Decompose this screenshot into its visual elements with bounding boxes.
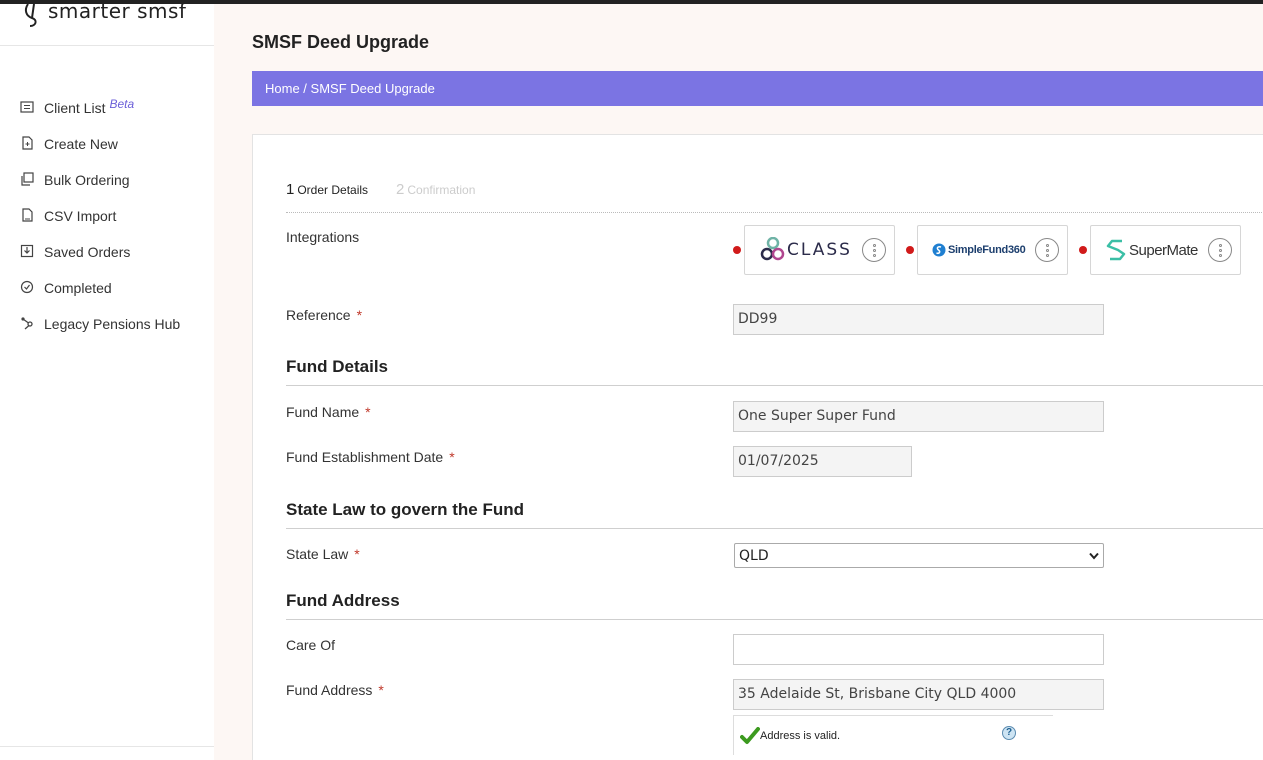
sidebar-item-label: Create New [44, 136, 118, 152]
breadcrumb-current: SMSF Deed Upgrade [310, 81, 435, 96]
integration-simplefund360: SimpleFund360 [906, 225, 1068, 275]
step-number: 1 [286, 181, 295, 198]
reference-label: Reference * [286, 307, 362, 323]
supermate-logo-icon [1106, 239, 1126, 261]
sidebar-nav: Client List Beta Create New Bulk Orderin… [20, 90, 180, 342]
integration-supermate: SuperMate [1079, 225, 1241, 275]
divider [0, 746, 214, 747]
new-file-icon [20, 136, 36, 152]
sidebar-item-client-list[interactable]: Client List Beta [20, 90, 180, 126]
state-law-label: State Law * [286, 546, 360, 562]
beta-badge: Beta [109, 97, 135, 111]
required-marker: * [378, 682, 384, 698]
file-icon [20, 208, 36, 224]
establishment-date-label-text: Fund Establishment Date [286, 449, 444, 465]
state-law-select[interactable]: QLD [734, 543, 1104, 568]
sidebar-item-label: Client List [44, 100, 106, 116]
simplefund360-logo-icon [932, 243, 946, 257]
sidebar-item-create-new[interactable]: Create New [20, 126, 180, 162]
status-dot [1079, 246, 1087, 254]
fund-name-label: Fund Name * [286, 404, 371, 420]
status-dot [906, 246, 914, 254]
fund-address-heading: Fund Address [286, 591, 1263, 620]
more-options-icon[interactable] [1035, 238, 1059, 262]
integration-class: CLASS [733, 225, 895, 275]
breadcrumb: Home / SMSF Deed Upgrade [252, 71, 1263, 106]
checkmark-icon [740, 726, 760, 744]
divider [0, 45, 214, 46]
care-of-label: Care Of [286, 637, 336, 653]
state-law-label-text: State Law [286, 546, 349, 562]
fund-address-input[interactable]: 35 Adelaide St, Brisbane City QLD 4000 [733, 679, 1104, 710]
step-number: 2 [396, 181, 405, 198]
step-confirmation[interactable]: 2 Confirmation [396, 181, 475, 212]
simplefund360-logo: SimpleFund360 [932, 243, 1026, 257]
integration-card[interactable]: SimpleFund360 [917, 225, 1068, 275]
fund-name-input[interactable]: One Super Super Fund [733, 401, 1104, 432]
breadcrumb-separator: / [299, 81, 311, 96]
sidebar-item-bulk-ordering[interactable]: Bulk Ordering [20, 162, 180, 198]
brand-name: smarter smsf [48, 0, 187, 23]
state-law-selected-value: QLD [739, 547, 769, 564]
supermate-logo: SuperMate [1105, 237, 1198, 263]
class-logo: CLASS [759, 237, 852, 263]
brand-logo[interactable]: smarter smsf [22, 0, 186, 30]
fund-address-label: Fund Address * [286, 682, 384, 698]
fund-name-label-text: Fund Name [286, 404, 360, 420]
required-marker: * [354, 546, 360, 562]
integration-name: SimpleFund360 [948, 244, 1026, 256]
sidebar-item-label: Legacy Pensions Hub [44, 316, 181, 332]
smarter-smsf-logo-icon [24, 3, 37, 27]
save-icon [20, 244, 36, 260]
fund-details-heading: Fund Details [286, 357, 1263, 386]
integration-name: SuperMate [1129, 241, 1198, 259]
care-of-input[interactable] [733, 634, 1104, 665]
hub-icon [20, 316, 36, 332]
sidebar-item-saved-orders[interactable]: Saved Orders [20, 234, 180, 270]
integrations-label: Integrations [286, 229, 360, 245]
sidebar-item-label: Completed [44, 280, 112, 296]
sidebar-item-label: Bulk Ordering [44, 172, 130, 188]
integration-card[interactable]: CLASS [744, 225, 895, 275]
breadcrumb-home-link[interactable]: Home [265, 81, 300, 96]
copy-icon [20, 172, 36, 188]
list-icon [20, 100, 36, 116]
integrations-list: CLASS SimpleFund360 SuperMate [733, 225, 1252, 275]
step-label: Confirmation [407, 183, 476, 197]
fund-address-label-text: Fund Address [286, 682, 373, 698]
establishment-date-input[interactable]: 01/07/2025 [733, 446, 912, 477]
sidebar-item-label: CSV Import [44, 208, 117, 224]
address-validation-box: Address is valid. ? [733, 715, 1053, 755]
check-circle-icon [20, 280, 36, 296]
required-marker: * [365, 404, 371, 420]
step-label: Order Details [297, 183, 369, 197]
address-status-text: Address is valid. [760, 729, 841, 742]
reference-label-text: Reference [286, 307, 351, 323]
sidebar: smarter smsf Client List Beta Create New… [0, 0, 214, 760]
main-content: SMSF Deed Upgrade Home / SMSF Deed Upgra… [214, 4, 1263, 760]
establishment-date-label: Fund Establishment Date * [286, 449, 455, 465]
step-indicator: 1 Order Details 2 Confirmation [286, 181, 1263, 213]
sidebar-item-csv-import[interactable]: CSV Import [20, 198, 180, 234]
more-options-icon[interactable] [1208, 238, 1232, 262]
more-options-icon[interactable] [862, 238, 886, 262]
class-logo-icon [760, 237, 785, 261]
sidebar-item-legacy-pensions-hub[interactable]: Legacy Pensions Hub [20, 306, 180, 342]
step-order-details[interactable]: 1 Order Details [286, 181, 368, 212]
sidebar-item-label: Saved Orders [44, 244, 131, 260]
order-form-card: 1 Order Details 2 Confirmation Integration… [252, 134, 1263, 760]
reference-input[interactable]: DD99 [733, 304, 1104, 335]
integration-name: CLASS [787, 240, 852, 260]
state-law-heading: State Law to govern the Fund [286, 500, 1263, 529]
integration-card[interactable]: SuperMate [1090, 225, 1241, 275]
required-marker: * [449, 449, 455, 465]
help-icon[interactable]: ? [1002, 726, 1016, 740]
required-marker: * [356, 307, 363, 323]
page-title: SMSF Deed Upgrade [252, 32, 430, 52]
status-dot [733, 246, 741, 254]
sidebar-item-completed[interactable]: Completed [20, 270, 180, 306]
chevron-down-icon [1089, 552, 1099, 560]
